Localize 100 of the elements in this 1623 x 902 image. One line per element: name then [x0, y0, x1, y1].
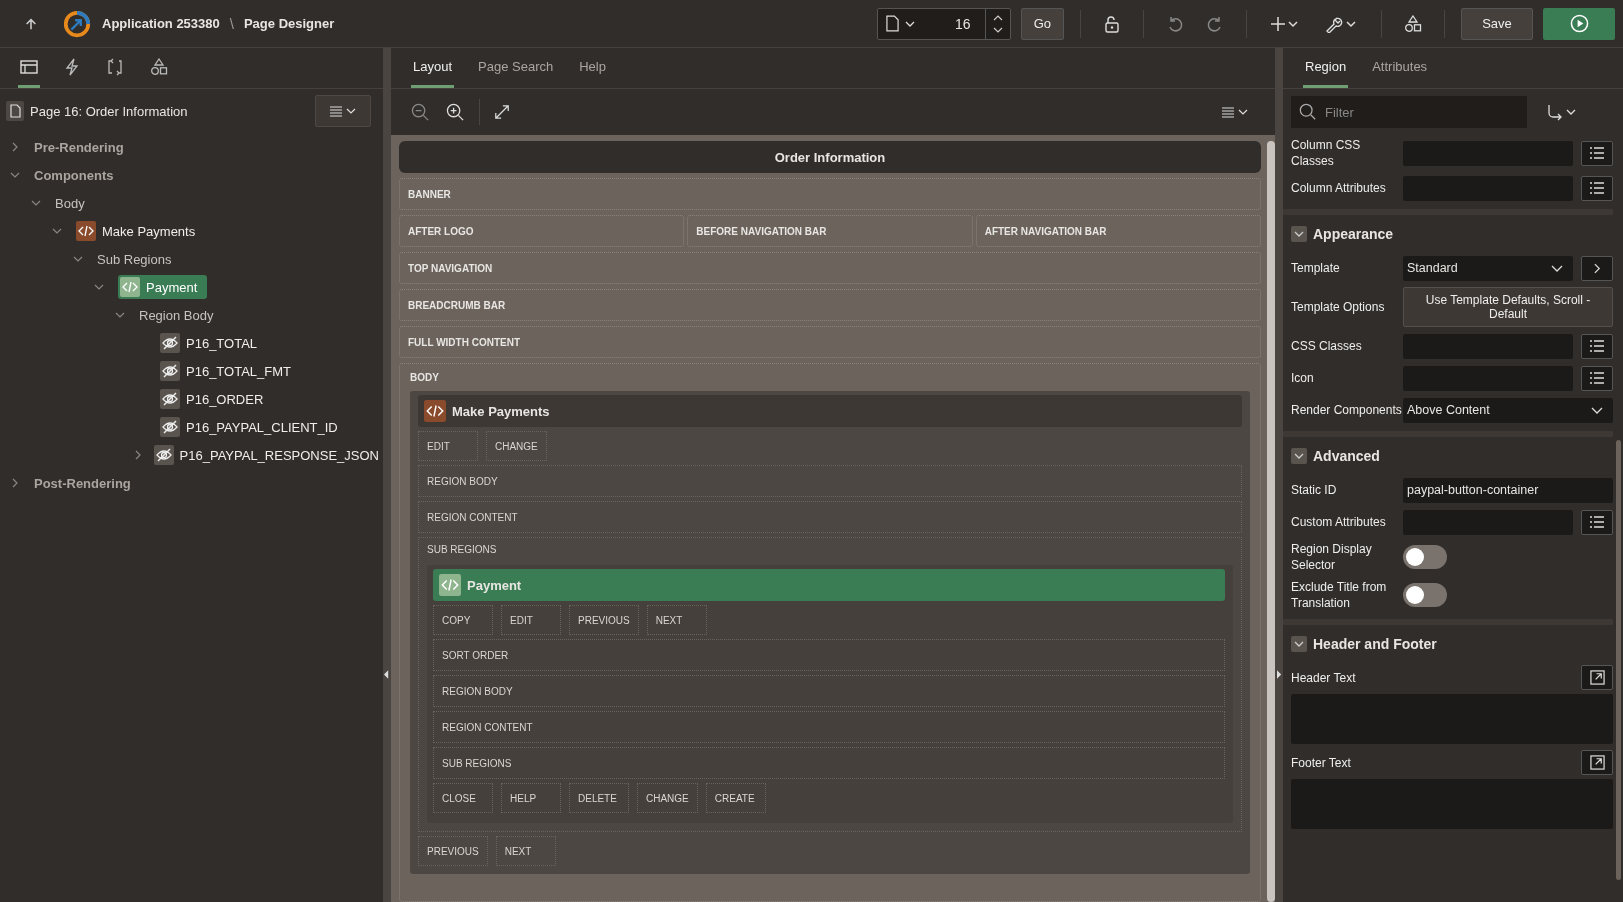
- button-position[interactable]: CHANGE: [486, 431, 547, 461]
- button-position[interactable]: CREATE: [705, 783, 766, 813]
- undo-icon[interactable]: [1166, 14, 1184, 33]
- button-position[interactable]: CHANGE: [637, 783, 698, 813]
- list-picker-button[interactable]: [1581, 175, 1613, 201]
- tree-node[interactable]: Payment: [118, 275, 208, 299]
- section-title: Header and Footer: [1313, 636, 1437, 652]
- tree-node[interactable]: Post-Rendering: [34, 473, 135, 493]
- go-button[interactable]: Go: [1020, 7, 1064, 40]
- collapse-chevron-icon[interactable]: [73, 256, 83, 262]
- property-label: Custom Attributes: [1291, 514, 1387, 530]
- scrollbar[interactable]: [1616, 440, 1621, 880]
- tree-node[interactable]: P16_TOTAL_FMT: [160, 359, 295, 383]
- select-field[interactable]: Standard: [1403, 255, 1573, 281]
- toggle-switch[interactable]: [1403, 583, 1447, 607]
- section-toggle[interactable]: [1291, 636, 1307, 652]
- scrollbar[interactable]: [1267, 141, 1275, 902]
- button-position[interactable]: NEXT: [646, 605, 707, 635]
- section-toggle[interactable]: [1291, 448, 1307, 464]
- tab[interactable]: Attributes: [1370, 48, 1430, 88]
- zoom-out-icon[interactable]: [411, 102, 430, 122]
- tab[interactable]: Region: [1303, 48, 1349, 88]
- zoom-in-icon[interactable]: [446, 102, 465, 122]
- button-position[interactable]: NEXT: [495, 836, 556, 866]
- collapse-chevron-icon[interactable]: [31, 200, 41, 206]
- button-position[interactable]: PREVIOUS: [569, 605, 639, 635]
- hidden-eye-icon: [160, 417, 180, 437]
- region-position[interactable]: REGION BODY: [433, 675, 1225, 707]
- tree-node[interactable]: Make Payments: [76, 219, 200, 243]
- button-position[interactable]: DELETE: [569, 783, 629, 813]
- tree-node[interactable]: P16_PAYPAL_RESPONSE_JSON: [153, 443, 383, 467]
- tree-node[interactable]: P16_PAYPAL_CLIENT_ID: [160, 415, 342, 439]
- expand-chevron-icon[interactable]: [12, 478, 18, 488]
- toggle-switch[interactable]: [1403, 545, 1447, 569]
- expand-editor-button[interactable]: [1581, 750, 1613, 775]
- page-selector[interactable]: 16: [876, 7, 1011, 40]
- text-field[interactable]: paypal-button-container: [1403, 477, 1613, 503]
- menu-caret-icon[interactable]: [1221, 106, 1249, 118]
- button-position[interactable]: PREVIOUS: [418, 836, 488, 866]
- tree-node[interactable]: P16_ORDER: [160, 387, 268, 411]
- chevron-right-icon: [1593, 262, 1601, 274]
- unlocked-padlock-icon[interactable]: [1103, 14, 1121, 33]
- section-toggle[interactable]: [1291, 226, 1307, 242]
- splitter-handle[interactable]: [1275, 48, 1283, 902]
- select-field[interactable]: Above Content: [1403, 397, 1613, 423]
- button-position[interactable]: COPY: [433, 605, 493, 635]
- page-number-field[interactable]: 16: [920, 15, 979, 32]
- tree-node[interactable]: Components: [34, 165, 118, 185]
- goto-arrow-caret-icon[interactable]: [1547, 103, 1577, 121]
- collapse-chevron-icon[interactable]: [10, 172, 20, 178]
- section-title: Advanced: [1313, 448, 1380, 464]
- save-button[interactable]: Save: [1461, 7, 1533, 40]
- collapse-chevron-icon[interactable]: [52, 228, 62, 234]
- run-button[interactable]: [1543, 7, 1615, 40]
- application-link[interactable]: Application 253380: [102, 16, 220, 31]
- tab[interactable]: Layout: [411, 48, 455, 88]
- code-region-icon: [439, 574, 461, 596]
- button-position[interactable]: CLOSE: [433, 783, 493, 813]
- page-node[interactable]: Page 16: Order Information: [30, 103, 188, 119]
- redo-icon[interactable]: [1206, 14, 1224, 33]
- region-header[interactable]: Make Payments: [418, 395, 1242, 427]
- region-position[interactable]: REGION CONTENT: [418, 501, 1242, 533]
- button-position[interactable]: EDIT: [418, 431, 478, 461]
- template-options-button[interactable]: Use Template Defaults, Scroll - Default: [1403, 287, 1613, 327]
- filter-field[interactable]: Filter: [1291, 96, 1527, 128]
- expand-chevron-icon[interactable]: [134, 450, 141, 460]
- region-header[interactable]: Payment: [433, 569, 1225, 601]
- collapse-chevron-icon[interactable]: [94, 284, 104, 290]
- tree-node[interactable]: Sub Regions: [97, 249, 176, 269]
- region-position[interactable]: REGION BODY: [418, 465, 1242, 497]
- tab[interactable]: Help: [577, 48, 608, 88]
- list-icon: [1589, 515, 1605, 529]
- property-label: Template: [1291, 260, 1341, 276]
- tree-node[interactable]: Pre-Rendering: [34, 137, 128, 157]
- expand-arrows-icon[interactable]: [494, 104, 510, 120]
- shapes-icon[interactable]: [1404, 14, 1422, 33]
- region-position[interactable]: REGION CONTENT: [433, 711, 1225, 743]
- position-label: BODY: [410, 372, 440, 383]
- menu-button[interactable]: [315, 95, 371, 127]
- list-picker-button[interactable]: [1581, 140, 1613, 166]
- open-editor-icon: [1589, 755, 1605, 770]
- expand-chevron-icon[interactable]: [12, 142, 18, 152]
- list-picker-button[interactable]: [1581, 365, 1613, 391]
- collapse-chevron-icon: [1294, 231, 1304, 237]
- region-position[interactable]: SUB REGIONS: [433, 747, 1225, 779]
- region-position[interactable]: SORT ORDER: [433, 639, 1225, 671]
- splitter-handle[interactable]: [383, 48, 391, 902]
- list-picker-button[interactable]: [1581, 333, 1613, 359]
- tree-node[interactable]: Body: [55, 193, 89, 213]
- button-position[interactable]: HELP: [501, 783, 561, 813]
- tab[interactable]: Page Search: [476, 48, 556, 88]
- collapse-chevron-icon[interactable]: [115, 312, 125, 318]
- logo-icon[interactable]: [62, 8, 92, 39]
- list-picker-button[interactable]: [1581, 509, 1613, 535]
- button-position[interactable]: EDIT: [501, 605, 561, 635]
- plus-caret-icon[interactable]: [1271, 15, 1299, 32]
- tree-node[interactable]: Region Body: [139, 305, 218, 325]
- tree-node[interactable]: P16_TOTAL: [160, 331, 262, 355]
- expand-editor-button[interactable]: [1581, 665, 1613, 690]
- section-title: Appearance: [1313, 226, 1394, 242]
